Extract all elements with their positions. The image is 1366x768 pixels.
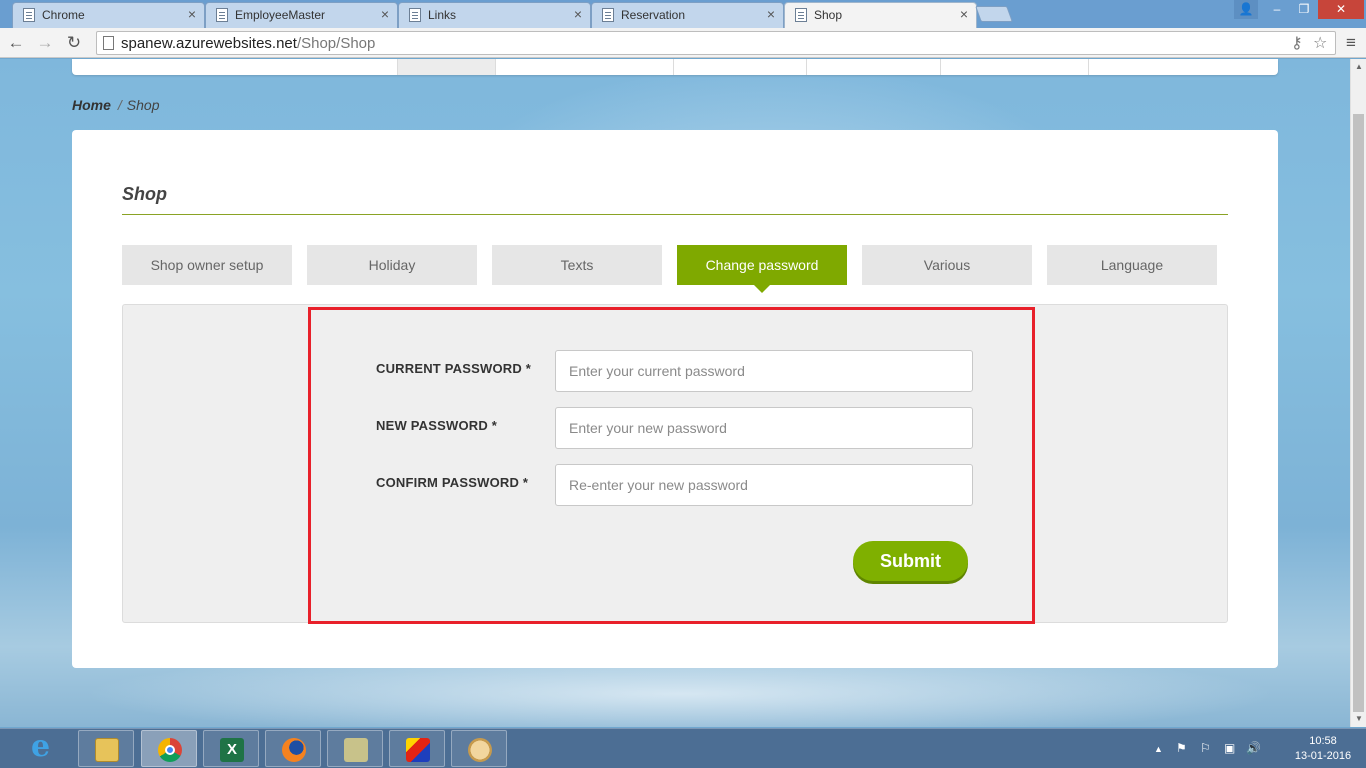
network-icon[interactable]: ▣ — [1224, 741, 1235, 755]
nav-divider — [806, 59, 807, 75]
tab-title: EmployeeMaster — [235, 8, 326, 22]
browser-tab-chrome[interactable]: Chrome × — [12, 2, 205, 28]
tab-various[interactable]: Various — [862, 245, 1032, 285]
close-icon[interactable]: × — [381, 6, 389, 22]
user-icon[interactable]: 👤 — [1234, 0, 1258, 19]
page-icon — [795, 8, 807, 22]
forward-button[interactable]: → — [34, 32, 56, 54]
tab-title: Shop — [814, 8, 843, 22]
system-clock[interactable]: 10:58 13-01-2016 — [1293, 734, 1353, 764]
page-icon — [216, 8, 228, 22]
title-divider — [122, 214, 1228, 215]
page-viewport: Home / Shop Shop Shop owner setup Holiday … — [0, 59, 1350, 727]
taskbar-art[interactable] — [451, 730, 507, 767]
shop-card: Shop Shop owner setup Holiday Texts Chan… — [72, 130, 1278, 668]
folder-icon — [95, 738, 119, 762]
key-icon[interactable]: ⚷ — [1291, 33, 1303, 53]
action-center-icon[interactable]: ⚐ — [1200, 741, 1211, 755]
volume-icon[interactable]: 🔊 — [1246, 741, 1261, 755]
browser-tab-reservation[interactable]: Reservation × — [591, 2, 784, 28]
taskbar-excel[interactable]: X — [203, 730, 259, 767]
browser-tab-employeemaster[interactable]: EmployeeMaster × — [205, 2, 398, 28]
new-password-label: NEW PASSWORD * — [376, 418, 498, 433]
back-button[interactable]: ← — [5, 32, 27, 54]
browser-menu-button[interactable]: ≡ — [1342, 32, 1360, 54]
minimize-button[interactable]: – — [1264, 0, 1290, 19]
breadcrumb-separator: / — [117, 97, 122, 113]
new-password-input[interactable] — [555, 407, 973, 449]
url-host: spanew.azurewebsites.net — [121, 35, 297, 52]
address-bar[interactable]: spanew.azurewebsites.net/Shop/Shop ⚷ ☆ — [96, 31, 1336, 55]
scroll-down-arrow-icon[interactable]: ▼ — [1355, 714, 1363, 723]
scrollbar-thumb[interactable] — [1353, 114, 1364, 712]
confirm-password-input[interactable] — [555, 464, 973, 506]
url-text[interactable]: spanew.azurewebsites.net/Shop/Shop — [121, 35, 375, 52]
change-password-panel: CURRENT PASSWORD * NEW PASSWORD * CONFIR… — [122, 304, 1228, 624]
show-hidden-icons-arrow-icon[interactable]: ▲ — [1154, 744, 1163, 754]
flag-icon[interactable]: ⚑ — [1176, 741, 1187, 755]
tab-shop-owner-setup[interactable]: Shop owner setup — [122, 245, 292, 285]
tab-title: Reservation — [621, 8, 686, 22]
chrome-icon — [158, 738, 182, 762]
site-top-navigation — [72, 59, 1278, 75]
windows-taskbar: e X ▲ ⚑ ⚐ ▣ 🔊 10:58 13-01-2016 — [0, 728, 1366, 768]
clock-date: 13-01-2016 — [1294, 750, 1352, 762]
browser-titlebar: Chrome × EmployeeMaster × Links × Reserv… — [0, 0, 1366, 29]
nav-divider — [940, 59, 941, 75]
page-icon — [409, 8, 421, 22]
close-icon[interactable]: × — [574, 6, 582, 22]
tab-language[interactable]: Language — [1047, 245, 1217, 285]
tab-change-password[interactable]: Change password — [677, 245, 847, 293]
submit-button[interactable]: Submit — [853, 541, 968, 581]
tab-texts[interactable]: Texts — [492, 245, 662, 285]
browser-tab-links[interactable]: Links × — [398, 2, 591, 28]
maximize-button[interactable]: ❐ — [1291, 0, 1317, 19]
internet-explorer-icon[interactable]: e — [31, 729, 50, 764]
browser-toolbar: ← → ↻ spanew.azurewebsites.net/Shop/Shop… — [0, 28, 1366, 58]
paint-icon — [406, 738, 430, 762]
nav-divider — [495, 59, 496, 75]
page-icon — [103, 36, 114, 50]
current-password-label: CURRENT PASSWORD * — [376, 361, 532, 376]
taskbar-file-explorer[interactable] — [78, 730, 134, 767]
nav-divider — [1088, 59, 1089, 75]
current-password-input[interactable] — [555, 350, 973, 392]
close-icon[interactable]: × — [767, 6, 775, 22]
close-icon[interactable]: × — [188, 6, 196, 22]
excel-icon: X — [220, 738, 244, 762]
tab-title: Links — [428, 8, 457, 22]
taskbar-firefox[interactable] — [265, 730, 321, 767]
close-icon[interactable]: × — [960, 6, 968, 22]
bookmark-star-icon[interactable]: ☆ — [1313, 33, 1327, 53]
taskbar-paint[interactable] — [389, 730, 445, 767]
close-window-button[interactable]: ✕ — [1318, 0, 1364, 19]
palette-icon — [468, 738, 492, 762]
page-icon — [23, 8, 35, 22]
page-title: Shop — [122, 184, 167, 204]
clock-time: 10:58 — [1309, 735, 1337, 747]
taskbar-tools[interactable] — [327, 730, 383, 767]
new-tab-button[interactable] — [975, 6, 1013, 22]
taskbar-chrome[interactable] — [141, 730, 197, 767]
firefox-icon — [282, 738, 306, 762]
nav-item-active[interactable] — [397, 59, 495, 75]
page-icon — [602, 8, 614, 22]
nav-divider — [673, 59, 674, 75]
breadcrumb-home-link[interactable]: Home — [72, 97, 111, 113]
tools-icon — [344, 738, 368, 762]
tab-title: Chrome — [42, 8, 85, 22]
confirm-password-label: CONFIRM PASSWORD * — [376, 475, 529, 490]
browser-tab-shop[interactable]: Shop × — [784, 2, 977, 29]
breadcrumb-current: Shop — [126, 97, 160, 113]
reload-button[interactable]: ↻ — [63, 32, 85, 54]
nav-divider — [397, 59, 398, 75]
tab-holiday[interactable]: Holiday — [307, 245, 477, 285]
url-path: /Shop/Shop — [296, 35, 376, 52]
scroll-up-arrow-icon[interactable]: ▲ — [1355, 62, 1363, 71]
breadcrumb: Home / Shop — [72, 97, 160, 113]
page-scrollbar[interactable]: ▲ ▼ — [1350, 59, 1366, 727]
